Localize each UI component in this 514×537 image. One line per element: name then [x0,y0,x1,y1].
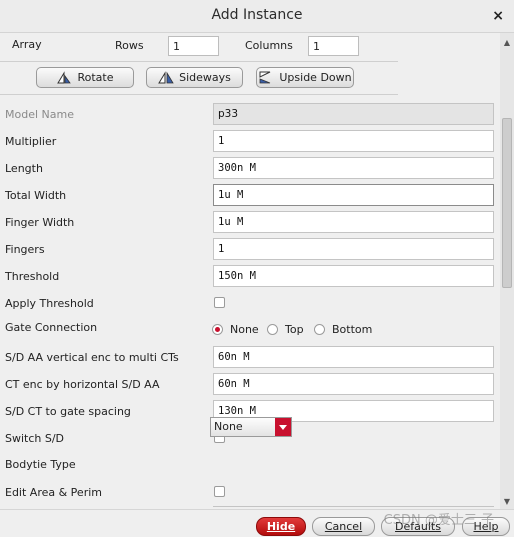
bodytie-type-value: None [214,420,243,433]
sideways-button[interactable]: Sideways [146,67,243,88]
switch-sd-label: Switch S/D [5,432,65,445]
bodytie-type-select[interactable]: None [210,417,292,437]
gate-bottom-radio[interactable] [314,324,325,335]
array-label: Array [12,38,42,51]
ct-enc-label: CT enc by horizontal S/D AA [5,378,160,391]
sideways-label: Sideways [179,71,231,84]
hide-button[interactable]: Hide [256,517,306,536]
vertical-scrollbar[interactable]: ▲ ▼ [500,33,514,512]
dialog-title: Add Instance [211,7,303,23]
columns-label: Columns [245,39,293,52]
finger-width-input[interactable]: 1u M [213,211,494,233]
bodytie-type-label: Bodytie Type [5,458,76,471]
close-icon[interactable]: × [492,8,504,24]
edit-area-checkbox[interactable] [214,486,225,497]
sd-ct-gate-label: S/D CT to gate spacing [5,405,131,418]
scroll-up-icon[interactable]: ▲ [501,38,513,50]
apply-threshold-label: Apply Threshold [5,297,94,310]
upside-down-icon [259,71,271,84]
fingers-label: Fingers [5,243,45,256]
gate-top-label: Top [285,323,304,336]
rotate-icon [57,71,72,84]
apply-threshold-checkbox[interactable] [214,297,225,308]
upside-down-label: Upside Down [279,71,352,84]
upside-down-button[interactable]: Upside Down [256,67,354,88]
sd-aa-vertical-input[interactable]: 60n M [213,346,494,368]
total-width-label: Total Width [5,189,67,202]
scroll-thumb[interactable] [502,118,512,288]
scroll-down-icon[interactable]: ▼ [501,497,513,509]
threshold-input[interactable]: 150n M [213,265,494,287]
gate-top-radio[interactable] [267,324,278,335]
rotate-button[interactable]: Rotate [36,67,134,88]
fingers-input[interactable]: 1 [213,238,494,260]
multiplier-input[interactable]: 1 [213,130,494,152]
gate-none-radio[interactable] [212,324,223,335]
separator [0,94,398,95]
total-width-input[interactable]: 1u M [213,184,494,206]
rotate-label: Rotate [77,71,114,84]
sideways-icon [158,71,174,84]
chevron-down-icon[interactable] [275,418,291,436]
length-input[interactable]: 300n M [213,157,494,179]
gate-none-label: None [230,323,259,336]
edit-area-label: Edit Area & Perim [5,486,102,499]
columns-input[interactable]: 1 [308,36,359,56]
cancel-button[interactable]: Cancel [312,517,375,536]
rows-label: Rows [115,39,144,52]
title-bar: Add Instance × [0,0,514,33]
finger-width-label: Finger Width [5,216,75,229]
threshold-label: Threshold [5,270,60,283]
model-name-field: p33 [213,103,494,125]
multiplier-label: Multiplier [5,135,57,148]
ct-enc-input[interactable]: 60n M [213,373,494,395]
gate-connection-label: Gate Connection [5,321,98,334]
length-label: Length [5,162,43,175]
sd-aa-vertical-label: S/D AA vertical enc to multi CTs [5,351,179,364]
gate-bottom-label: Bottom [332,323,373,336]
watermark: CSDN @爱士三 子 [383,513,494,528]
model-name-label: Model Name [5,108,74,121]
rows-input[interactable]: 1 [168,36,219,56]
array-row: Array Rows 1 Columns 1 [0,33,398,62]
dialog-content: Array Rows 1 Columns 1 Rotate Sideways U… [0,33,500,536]
